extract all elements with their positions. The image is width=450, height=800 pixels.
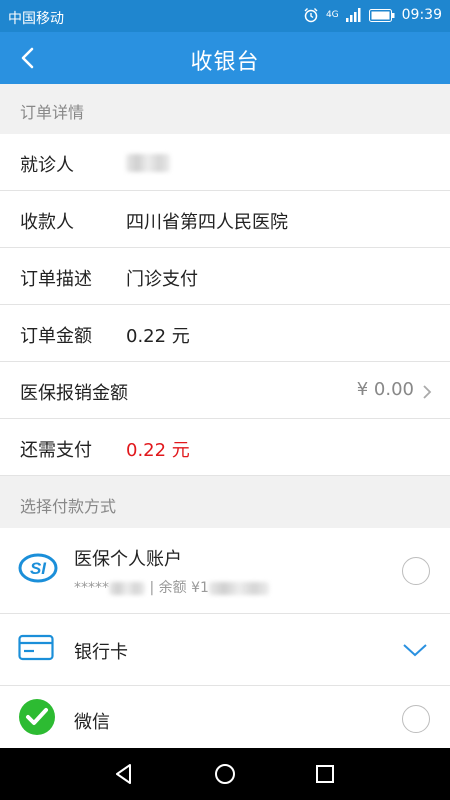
payment-option-bank-card[interactable]: 银行卡 (0, 614, 450, 686)
description-label: 订单描述 (20, 269, 92, 290)
chevron-right-icon (423, 385, 432, 399)
payment-method-name: 银行卡 (74, 642, 128, 663)
payment-method-name: 医保个人账户 (74, 549, 182, 570)
page-title: 收银台 (190, 50, 260, 75)
payment-section-title: 选择付款方式 (20, 497, 117, 516)
bank-card-icon (18, 634, 54, 661)
svg-text:SI: SI (30, 559, 47, 578)
description-value: 门诊支付 (126, 269, 198, 290)
status-icons: 4G 09:39 (303, 7, 442, 23)
chevron-down-icon[interactable] (402, 642, 428, 658)
battery-icon (368, 8, 395, 22)
amount-value: 0.22 元 (126, 326, 190, 347)
order-section-title: 订单详情 (20, 103, 85, 122)
home-circle-icon[interactable] (211, 760, 239, 788)
payment-option-wechat[interactable]: 微信 (0, 686, 450, 750)
social-insurance-icon: SI (18, 553, 58, 583)
amount-due-label: 还需支付 (20, 440, 92, 461)
patient-name-redacted (126, 152, 170, 173)
insurance-label: 医保报销金额 (20, 383, 128, 404)
payment-method-name: 微信 (74, 712, 110, 733)
insurance-reimbursement-row[interactable]: 医保报销金额 ¥ 0.00 (0, 362, 450, 419)
amount-due-row: 还需支付 0.22 元 (0, 419, 450, 476)
amount-due-value: 0.22 元 (126, 440, 190, 461)
payee-row: 收款人 四川省第四人民医院 (0, 191, 450, 248)
status-bar: 中国移动 4G 09:39 (0, 0, 450, 32)
payee-label: 收款人 (20, 212, 74, 233)
amount-row: 订单金额 0.22 元 (0, 305, 450, 362)
recents-square-icon[interactable] (311, 760, 339, 788)
account-balance: | 余额 ¥1 (149, 580, 209, 596)
insurance-account-radio[interactable] (402, 557, 430, 585)
order-section-header: 订单详情 (0, 84, 450, 134)
wechat-radio[interactable] (402, 705, 430, 733)
payment-section-header: 选择付款方式 (0, 478, 450, 528)
clock: 09:39 (401, 7, 442, 23)
network-type: 4G (325, 10, 339, 20)
alarm-icon (304, 8, 318, 23)
patient-row: 就诊人 (0, 134, 450, 191)
insurance-value: ¥ 0.00 (356, 379, 414, 400)
carrier-name: 中国移动 (8, 11, 64, 27)
navigation-bar: 收银台 (0, 32, 450, 84)
amount-label: 订单金额 (20, 326, 92, 347)
description-row: 订单描述 门诊支付 (0, 248, 450, 305)
wechat-pay-icon (19, 699, 55, 735)
system-navigation-bar (0, 748, 450, 800)
account-number-masked: ***** (74, 580, 109, 596)
payment-option-insurance-account[interactable]: SI 医保个人账户 ***** | 余额 ¥1 (0, 528, 450, 614)
payee-value: 四川省第四人民医院 (126, 212, 288, 233)
patient-label: 就诊人 (20, 155, 74, 176)
back-triangle-icon[interactable] (110, 760, 138, 788)
account-info: ***** | 余额 ¥1 (74, 577, 269, 597)
signal-icon (345, 8, 361, 22)
